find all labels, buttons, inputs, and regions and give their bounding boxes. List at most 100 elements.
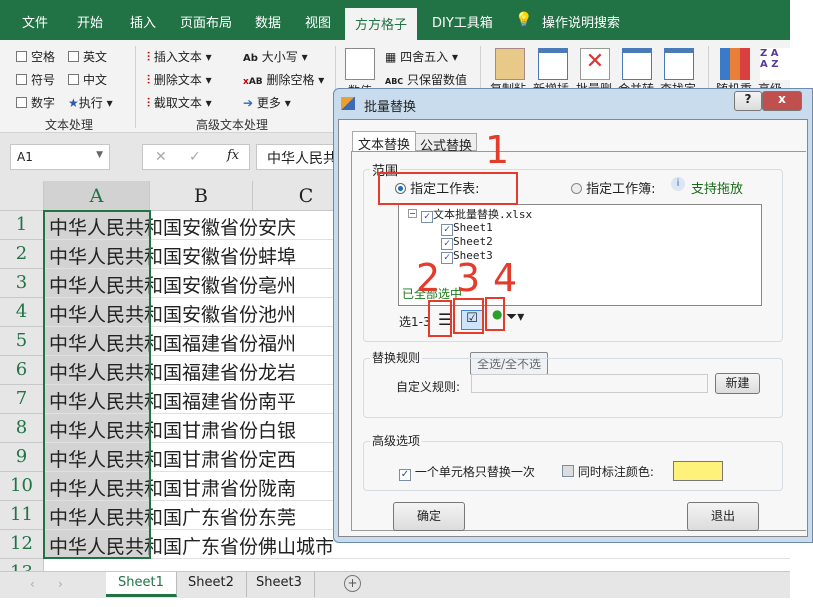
ribbon-tab-bar: 文件 开始 插入 页面布局 数据 视图 方方格子 DIY工具箱 💡 操作说明搜索 [0, 0, 790, 40]
app-icon [341, 97, 355, 110]
checkbox-symbol[interactable]: 符号 [16, 71, 55, 88]
row-header[interactable]: 1 [0, 211, 44, 240]
tab-view[interactable]: 视图 [305, 12, 331, 31]
annotation-4: 4 [493, 256, 518, 300]
paste-icon [495, 48, 525, 80]
round-icon: ▦ [385, 50, 397, 64]
tell-me-search[interactable]: 操作说明搜索 [542, 12, 620, 31]
more-button[interactable]: ➔ 更多 ▾ [243, 94, 291, 111]
radio-workbook[interactable]: 指定工作簿: [571, 178, 656, 197]
round-button[interactable]: ▦ 四舍五入 ▾ [385, 48, 458, 65]
column-header-a[interactable]: A [44, 181, 150, 211]
new-rule-button[interactable]: 新建 [715, 373, 760, 394]
row-header[interactable]: 3 [0, 269, 44, 298]
chevron-down-icon[interactable]: ▼ [96, 150, 103, 160]
mark-color-checkbox[interactable]: 同时标注颜色: [562, 463, 654, 480]
case-button[interactable]: Ab 大小写 ▾ [243, 48, 308, 65]
selection-border [43, 210, 151, 559]
color-picker[interactable] [673, 461, 723, 481]
dialog-title: 批量替换 [364, 100, 417, 115]
group-label-text: 文本处理 [45, 118, 94, 132]
close-button[interactable]: x [762, 91, 802, 111]
tab-insert[interactable]: 插入 [130, 12, 156, 31]
divider [135, 46, 136, 128]
custom-rule-label: 自定义规则: [396, 380, 461, 394]
insert-text-button[interactable]: ⫶ 插入文本 ▾ [147, 48, 212, 65]
find-locate-icon [664, 48, 694, 80]
tab-diy-toolbox[interactable]: DIY工具箱 [432, 12, 493, 31]
batch-delete-icon: ✕ [580, 48, 610, 80]
collapse-icon[interactable]: − [408, 209, 417, 218]
tab-file[interactable]: 文件 [22, 12, 48, 31]
select-range-label: 选1-3 [399, 315, 431, 329]
row-header[interactable]: 4 [0, 298, 44, 327]
row-header[interactable]: 7 [0, 385, 44, 414]
annotation-2: 2 [416, 256, 441, 300]
extract-text-button[interactable]: ⫶ 截取文本 ▾ [147, 94, 212, 111]
row-header[interactable]: 2 [0, 240, 44, 269]
annotation-box-3 [453, 298, 484, 334]
fx-icon[interactable]: fx [227, 148, 239, 163]
tree-sheet1-node[interactable]: ✓ Sheet1 [441, 221, 493, 236]
annotation-box-2 [428, 300, 452, 337]
ok-button[interactable]: 确定 [393, 502, 465, 531]
advanced-label: 高级选项 [370, 432, 423, 449]
tab-home[interactable]: 开始 [77, 12, 103, 31]
annotation-box-1 [378, 172, 518, 205]
lightbulb-icon: 💡 [515, 12, 533, 28]
execute-button[interactable]: ★执行 ▾ [68, 94, 113, 111]
sheet-tab-sheet1[interactable]: Sheet1 [106, 572, 177, 597]
delete-text-button[interactable]: ⫶ 删除文本 ▾ [147, 71, 212, 88]
column-header-b[interactable]: B [150, 181, 253, 211]
tab-fangfanggezi[interactable]: 方方格子 [345, 8, 418, 40]
checkbox-chinese[interactable]: 中文 [68, 71, 107, 88]
row-header[interactable]: 8 [0, 414, 44, 443]
group-label-adv-text: 高级文本处理 [196, 118, 269, 132]
checkbox-number[interactable]: 数字 [16, 94, 55, 111]
custom-rule-input[interactable] [471, 374, 708, 393]
sort-az-icon: Z AA Z [760, 48, 790, 80]
scroll-left-icon[interactable]: ‹ [30, 577, 35, 591]
once-checkbox[interactable]: ✓ 一个单元格只替换一次 [399, 463, 535, 481]
formula-buttons: ✕ ✓ fx [142, 144, 250, 170]
row-header[interactable]: 5 [0, 327, 44, 356]
exit-button[interactable]: 退出 [687, 502, 759, 531]
name-box[interactable]: A1 ▼ [10, 144, 110, 170]
sheet-tree[interactable]: − ✓ 文本批量替换.xlsx ✓ Sheet1 ✓ Sheet2 ✓ Sheet3 已… [398, 204, 762, 306]
add-sheet-icon[interactable]: + [344, 575, 361, 592]
sheet-tab-sheet3[interactable]: Sheet3 [244, 572, 315, 597]
tab-text-replace[interactable]: 文本替换 [352, 131, 417, 153]
annotation-box-4 [485, 297, 505, 331]
row-header[interactable]: 12 [0, 530, 44, 559]
row-header[interactable]: 11 [0, 501, 44, 530]
tab-page-layout[interactable]: 页面布局 [180, 12, 232, 31]
delete-space-button[interactable]: xAB 删除空格 ▾ [243, 71, 324, 88]
sheet-tab-sheet2[interactable]: Sheet2 [176, 572, 247, 597]
annotation-1: 1 [485, 128, 510, 172]
help-button[interactable]: ? [734, 91, 762, 111]
select-all-corner[interactable] [0, 181, 44, 211]
tab-formula-replace[interactable]: 公式替换 [415, 133, 478, 154]
tab-data[interactable]: 数据 [255, 12, 281, 31]
star-icon: ★ [68, 96, 79, 110]
checkbox-english[interactable]: 英文 [68, 48, 107, 65]
tree-sheet2-node[interactable]: ✓ Sheet2 [441, 235, 493, 250]
filter-icon[interactable]: ⏷▾ [506, 309, 524, 325]
row-header[interactable]: 9 [0, 443, 44, 472]
merge-convert-icon [622, 48, 652, 80]
cancel-icon[interactable]: ✕ [155, 149, 167, 165]
drag-hint: 支持拖放 [691, 182, 744, 197]
rules-label: 替换规则 [370, 349, 423, 366]
number-icon [345, 48, 375, 80]
row-header[interactable]: 10 [0, 472, 44, 501]
checkbox-space[interactable]: 空格 [16, 48, 55, 65]
batch-replace-dialog: 批量替换 ? x 文本替换 公式替换 范围 指定工作表: 指定工作簿: i 支持… [333, 88, 813, 543]
insert-row-icon [538, 48, 568, 80]
name-box-value: A1 [17, 150, 33, 164]
scroll-right-icon[interactable]: › [58, 577, 63, 591]
enter-icon[interactable]: ✓ [189, 149, 201, 165]
random-icon [720, 48, 750, 80]
annotation-3: 3 [456, 256, 481, 300]
keep-number-button[interactable]: ABC 只保留数值 [385, 71, 467, 88]
row-header[interactable]: 6 [0, 356, 44, 385]
